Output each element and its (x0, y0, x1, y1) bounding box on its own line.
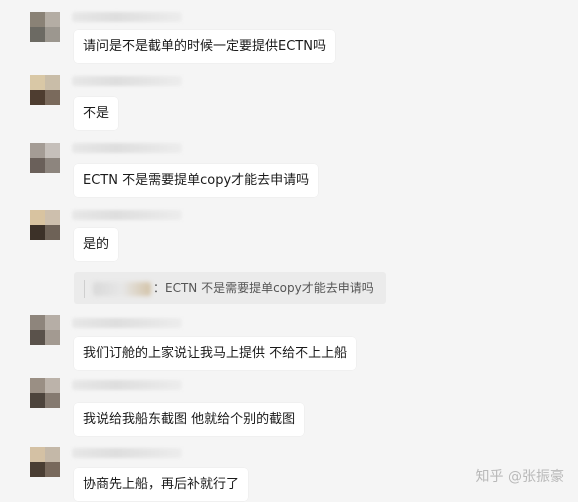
avatar[interactable] (30, 12, 60, 42)
avatar[interactable] (30, 210, 60, 240)
message-bubble: 协商先上船，再后补就行了 (74, 468, 249, 501)
avatar[interactable] (30, 447, 60, 477)
avatar[interactable] (30, 143, 60, 173)
sender-name-blurred (72, 143, 182, 153)
message-bubble: 请问是不是截单的时候一定要提供ECTN吗 (74, 30, 335, 63)
sender-name-blurred (72, 448, 182, 458)
sender-name-blurred (72, 12, 182, 22)
watermark: 知乎 @张振豪 (475, 469, 564, 485)
message-bubble: 我说给我船东截图 他就给个别的截图 (74, 403, 305, 436)
sender-name-blurred (72, 76, 182, 86)
sender-name-blurred (72, 318, 182, 328)
sender-name-blurred (72, 380, 182, 390)
quoted-reply[interactable]: ：ECTN 不是需要提单copy才能去申请吗 (74, 272, 386, 304)
message-bubble: 我们订舱的上家说让我马上提供 不给不上上船 (74, 337, 357, 370)
quote-separator (84, 279, 85, 298)
avatar[interactable] (30, 75, 60, 105)
quoted-text: ：ECTN 不是需要提单copy才能去申请吗 (153, 281, 374, 295)
message-bubble: 不是 (74, 97, 119, 130)
message-bubble: 是的 (74, 228, 119, 261)
sender-name-blurred (72, 210, 182, 220)
quoted-sender-blurred (93, 281, 151, 296)
avatar[interactable] (30, 315, 60, 345)
avatar[interactable] (30, 378, 60, 408)
message-bubble: ECTN 不是需要提单copy才能去申请吗 (74, 164, 319, 197)
